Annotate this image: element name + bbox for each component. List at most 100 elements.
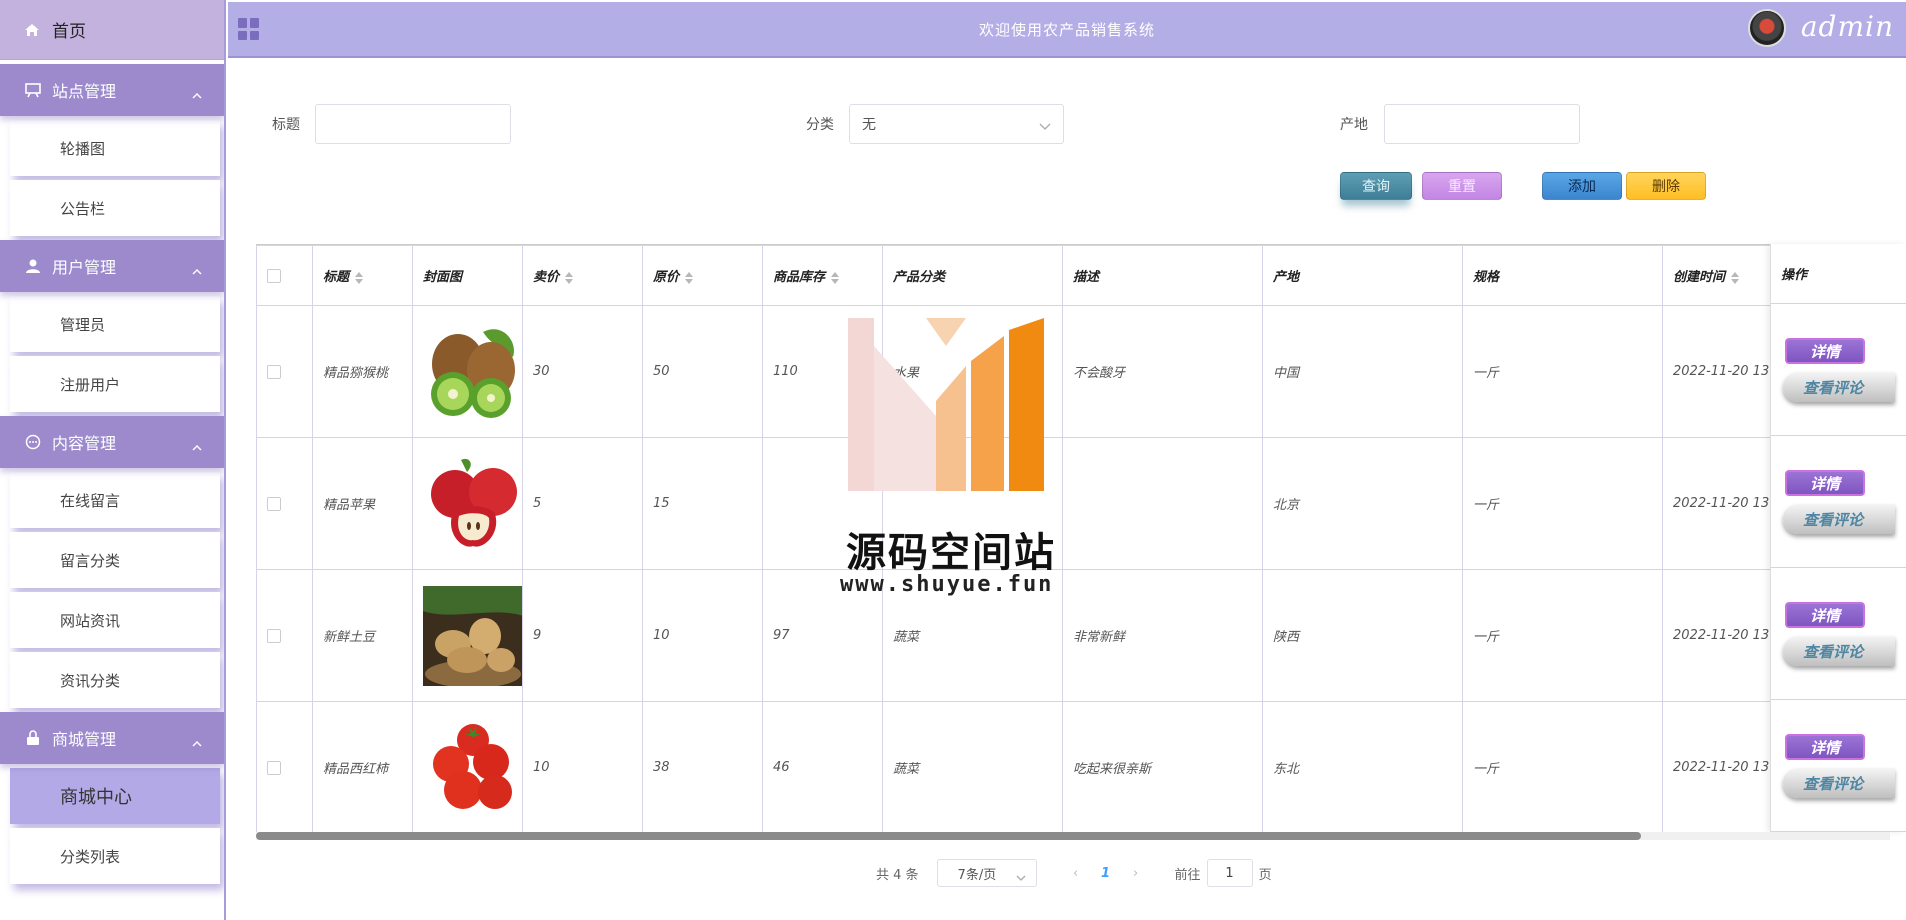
- cell-title: 新鲜土豆: [312, 569, 413, 702]
- sort-icon[interactable]: [831, 271, 840, 284]
- sidebar-item-notice[interactable]: 公告栏: [10, 180, 220, 236]
- detail-button[interactable]: 详情: [1785, 338, 1865, 364]
- sidebar-item-admin[interactable]: 管理员: [10, 296, 220, 352]
- delete-button[interactable]: 删除: [1626, 172, 1706, 200]
- next-page-icon[interactable]: ›: [1121, 866, 1151, 881]
- reset-button[interactable]: 重置: [1422, 172, 1502, 200]
- col-operations: 操作: [1771, 244, 1906, 304]
- cell-cover: [412, 701, 523, 834]
- sidebar-item-messages[interactable]: 在线留言: [10, 472, 220, 528]
- sort-icon[interactable]: [565, 271, 574, 284]
- table-row[interactable]: 精品苹果 5 15 北京 一斤 2022-11-20 13:: [256, 437, 1890, 570]
- prev-page-icon[interactable]: ‹: [1061, 866, 1091, 881]
- row-checkbox[interactable]: [267, 628, 281, 643]
- col-title-label: 标题: [323, 270, 350, 285]
- category-filter-label: 分类: [806, 117, 834, 133]
- cell-category: 水果: [882, 305, 1063, 438]
- row-checkbox[interactable]: [267, 364, 281, 379]
- view-comments-button[interactable]: 查看评论: [1783, 372, 1895, 402]
- select-all-cell[interactable]: [256, 245, 313, 306]
- add-button[interactable]: 添加: [1542, 172, 1622, 200]
- col-stock-label: 商品库存: [773, 270, 826, 285]
- title-filter-input[interactable]: [315, 104, 511, 144]
- table-row[interactable]: 精品猕猴桃 30 50 110 水果 不会酸牙 中国 一斤 2022-11-20…: [256, 305, 1890, 438]
- chat-icon: [24, 433, 42, 451]
- sidebar-group-label: 用户管理: [52, 258, 117, 277]
- sort-icon[interactable]: [1731, 271, 1740, 284]
- view-comments-button[interactable]: 查看评论: [1783, 636, 1895, 666]
- sidebar-group-site[interactable]: 站点管理: [0, 64, 224, 116]
- sidebar-item-label: 注册用户: [60, 375, 121, 394]
- col-created[interactable]: 创建时间: [1662, 245, 1771, 306]
- cell-origin: 中国: [1262, 305, 1463, 438]
- col-description: 描述: [1062, 245, 1263, 306]
- sidebar-group-users[interactable]: 用户管理: [0, 240, 224, 292]
- sidebar-group-label: 站点管理: [52, 82, 117, 101]
- goto-page-input[interactable]: 1: [1206, 859, 1253, 887]
- table-row[interactable]: 新鲜土豆 9 10 97 蔬菜 非常新鲜 陕西 一斤 2022-11-20 13: [256, 569, 1890, 702]
- query-button[interactable]: 查询: [1340, 172, 1412, 200]
- sidebar-item-label: 网站资讯: [60, 611, 121, 630]
- scrollbar-thumb[interactable]: [256, 832, 1641, 840]
- avatar[interactable]: [1748, 9, 1786, 47]
- sidebar-item-message-categories[interactable]: 留言分类: [10, 532, 220, 588]
- cell-stock: [762, 437, 883, 570]
- cell-description: 不会酸牙: [1062, 305, 1263, 438]
- detail-button[interactable]: 详情: [1785, 734, 1865, 760]
- kiwi-image: [423, 321, 522, 422]
- cell-price: 9: [522, 569, 643, 702]
- cell-origin: 东北: [1262, 701, 1463, 834]
- view-comments-button[interactable]: 查看评论: [1783, 504, 1895, 534]
- detail-button[interactable]: 详情: [1785, 470, 1865, 496]
- page-size-select[interactable]: 7条/页: [936, 859, 1037, 887]
- select-all-checkbox[interactable]: [267, 268, 281, 283]
- category-filter-select[interactable]: 无: [849, 104, 1064, 144]
- view-comments-button[interactable]: 查看评论: [1783, 768, 1895, 798]
- sidebar-home[interactable]: 首页: [0, 0, 224, 60]
- sidebar-group-shop[interactable]: 商城管理: [0, 712, 224, 764]
- sidebar-item-shop-center[interactable]: 商城中心: [10, 768, 220, 824]
- sidebar-home-label: 首页: [52, 22, 86, 42]
- user-icon: [24, 257, 42, 275]
- origin-filter-input[interactable]: [1384, 104, 1580, 144]
- cell-original-price: 50: [642, 305, 763, 438]
- row-checkbox[interactable]: [267, 760, 281, 775]
- row-select-cell[interactable]: [256, 305, 313, 438]
- current-page[interactable]: 1: [1091, 866, 1121, 881]
- username[interactable]: admin: [1801, 10, 1894, 43]
- ops-cell: 详情 查看评论: [1771, 436, 1906, 568]
- sort-icon[interactable]: [355, 271, 364, 284]
- board-icon: [24, 81, 42, 99]
- sidebar-group-content[interactable]: 内容管理: [0, 416, 224, 468]
- col-price[interactable]: 卖价: [522, 245, 643, 306]
- sidebar-item-news-categories[interactable]: 资讯分类: [10, 652, 220, 708]
- sidebar-item-carousel[interactable]: 轮播图: [10, 120, 220, 176]
- cell-created: 2022-11-20 13:0: [1662, 701, 1771, 834]
- cell-spec: 一斤: [1462, 437, 1663, 570]
- row-select-cell[interactable]: [256, 701, 313, 834]
- col-category: 产品分类: [882, 245, 1063, 306]
- cell-title: 精品苹果: [312, 437, 413, 570]
- title-filter-label: 标题: [272, 117, 300, 133]
- tomato-image: [423, 717, 522, 818]
- row-select-cell[interactable]: [256, 569, 313, 702]
- table-row[interactable]: 精品西红柿 10 38 46 蔬菜 吃起来很亲斯 东北 一斤 2022-11-2…: [256, 701, 1890, 834]
- sidebar-item-news[interactable]: 网站资讯: [10, 592, 220, 648]
- col-original-price-label: 原价: [653, 270, 680, 285]
- sidebar-item-registered-users[interactable]: 注册用户: [10, 356, 220, 412]
- total-count: 共 4 条: [876, 867, 919, 883]
- col-original-price[interactable]: 原价: [642, 245, 763, 306]
- cell-spec: 一斤: [1462, 701, 1663, 834]
- col-title[interactable]: 标题: [312, 245, 413, 306]
- origin-filter-label: 产地: [1340, 117, 1368, 133]
- row-checkbox[interactable]: [267, 496, 281, 511]
- sort-icon[interactable]: [685, 271, 694, 284]
- sidebar: 首页 站点管理 轮播图 公告栏 用户管理 管理员 注册用户 内容管理 在线留言 …: [0, 0, 226, 920]
- sidebar-item-label: 商城中心: [60, 787, 132, 808]
- cell-original-price: 15: [642, 437, 763, 570]
- col-stock[interactable]: 商品库存: [762, 245, 883, 306]
- sidebar-item-category-list[interactable]: 分类列表: [10, 828, 220, 884]
- horizontal-scrollbar[interactable]: [256, 832, 1890, 840]
- detail-button[interactable]: 详情: [1785, 602, 1865, 628]
- row-select-cell[interactable]: [256, 437, 313, 570]
